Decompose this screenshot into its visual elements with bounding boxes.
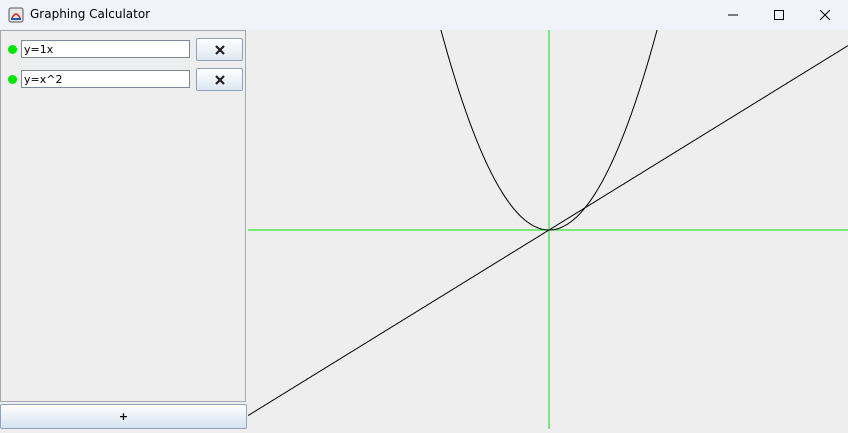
minimize-icon bbox=[728, 14, 738, 16]
close-icon bbox=[820, 10, 830, 20]
equation-input[interactable] bbox=[21, 40, 190, 58]
window-title: Graphing Calculator bbox=[30, 7, 151, 21]
series-color-dot bbox=[8, 45, 17, 54]
java-app-icon bbox=[8, 7, 24, 23]
function-curve-linear bbox=[247, 45, 848, 417]
add-equation-button[interactable]: + bbox=[0, 404, 247, 429]
close-x-icon bbox=[214, 44, 225, 55]
close-window-button[interactable] bbox=[802, 0, 848, 30]
remove-equation-button[interactable] bbox=[196, 38, 243, 61]
equation-row bbox=[1, 67, 247, 91]
graph-canvas[interactable] bbox=[247, 0, 848, 429]
maximize-button[interactable] bbox=[756, 0, 802, 30]
close-x-icon bbox=[214, 74, 225, 85]
equation-list-panel bbox=[0, 30, 246, 402]
series-color-dot bbox=[8, 75, 17, 84]
equation-row bbox=[1, 37, 247, 61]
minimize-button[interactable] bbox=[710, 0, 756, 30]
remove-equation-button[interactable] bbox=[196, 68, 243, 91]
equation-input[interactable] bbox=[21, 70, 190, 88]
maximize-icon bbox=[774, 10, 784, 20]
title-bar: Graphing Calculator bbox=[0, 0, 848, 30]
